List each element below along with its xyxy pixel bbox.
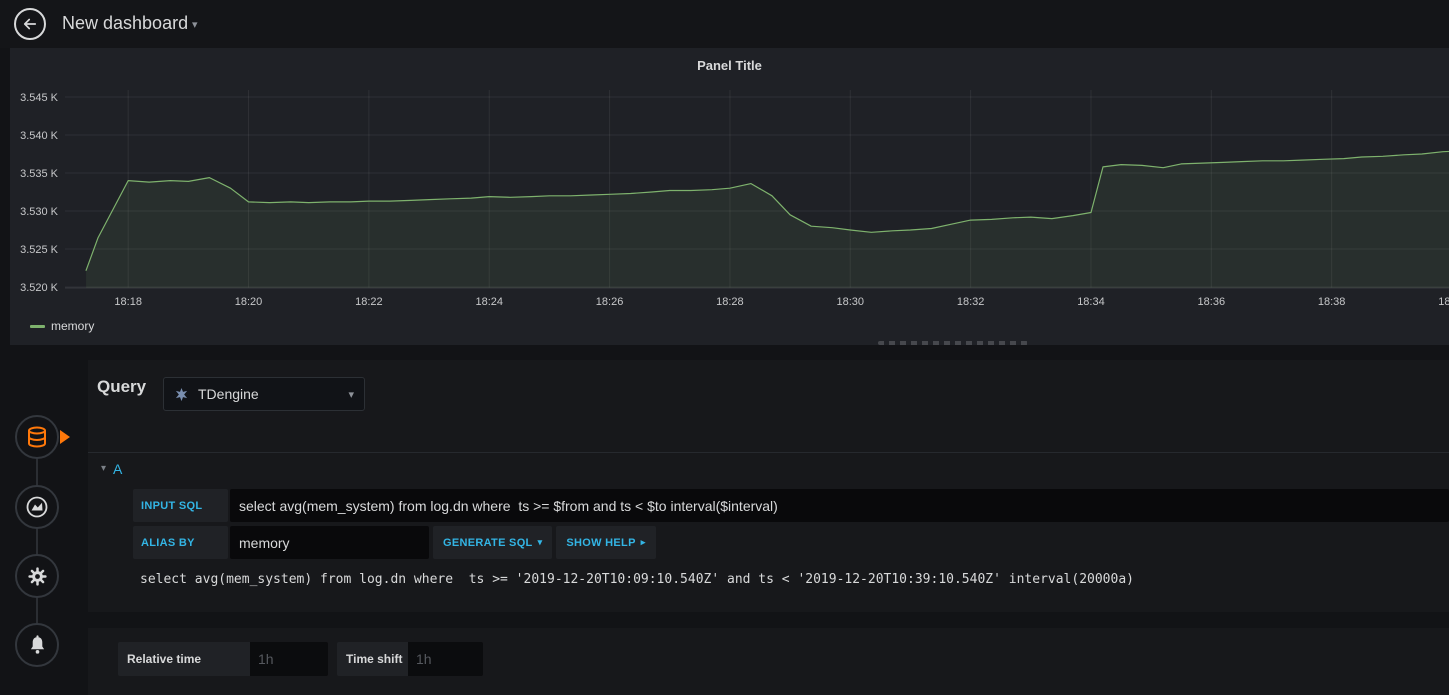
bell-icon <box>30 634 44 654</box>
dashboard-header: New dashboard ▾ <box>0 0 1449 48</box>
svg-text:18:38: 18:38 <box>1318 296 1346 308</box>
tab-connector-line <box>36 437 38 645</box>
query-heading: Query <box>97 377 147 396</box>
input-sql-row: INPUT SQL <box>133 489 1449 522</box>
panel-resize-handle[interactable] <box>878 341 1028 345</box>
tab-alert[interactable] <box>15 623 59 667</box>
time-series-chart: 3.545 K 3.540 K 3.535 K 3.530 K 3.525 K 3.520… <box>20 90 1449 308</box>
generate-sql-button[interactable]: GENERATE SQL ▾ <box>433 526 553 559</box>
svg-text:18:36: 18:36 <box>1198 296 1226 308</box>
chevron-down-icon[interactable]: ▾ <box>192 18 198 31</box>
generate-sql-button-label: GENERATE SQL <box>443 536 533 549</box>
chevron-right-icon: ▸ <box>640 537 646 547</box>
chart-legend: memory <box>30 319 94 333</box>
svg-text:18:26: 18:26 <box>596 296 624 308</box>
tab-visualization[interactable] <box>15 485 59 529</box>
dashboard-title[interactable]: New dashboard <box>62 13 188 34</box>
svg-text:3.530 K: 3.530 K <box>20 206 59 218</box>
database-icon <box>28 426 46 448</box>
datasource-name: TDengine <box>198 386 259 402</box>
svg-text:18:22: 18:22 <box>355 296 383 308</box>
svg-text:18:40: 18:40 <box>1438 296 1449 308</box>
tab-general[interactable] <box>15 554 59 598</box>
svg-text:3.540 K: 3.540 K <box>20 130 59 142</box>
time-options-row: Relative time Time shift <box>118 642 483 676</box>
svg-text:18:30: 18:30 <box>837 296 865 308</box>
svg-text:3.545 K: 3.545 K <box>20 92 59 104</box>
chevron-down-icon: ▾ <box>537 537 543 547</box>
svg-text:18:18: 18:18 <box>114 296 142 308</box>
alias-by-field[interactable] <box>230 526 429 559</box>
active-tab-arrow <box>60 430 70 444</box>
generated-sql-text: select avg(mem_system) from log.dn where… <box>140 572 1134 587</box>
legend-series-memory[interactable]: memory <box>51 319 94 333</box>
svg-text:18:32: 18:32 <box>957 296 985 308</box>
svg-text:18:28: 18:28 <box>716 296 744 308</box>
alias-by-row: ALIAS BY GENERATE SQL ▾ SHOW HELP ▸ <box>133 526 1449 559</box>
query-options: Relative time Time shift <box>88 628 1449 695</box>
graph-panel: Panel Title 3.545 K 3.540 K 3.535 K 3.530 K… <box>10 48 1449 345</box>
chevron-down-icon: ▾ <box>348 388 354 401</box>
time-shift-label: Time shift <box>337 642 408 676</box>
show-help-button[interactable]: SHOW HELP ▸ <box>556 526 656 559</box>
alias-by-label: ALIAS BY <box>133 526 228 559</box>
query-ref-id: A <box>113 460 123 477</box>
time-shift-field[interactable] <box>408 642 483 676</box>
query-editor: Query TDengine ▾ ▾ A INPUT SQL ALIAS BY … <box>88 360 1449 612</box>
svg-text:3.535 K: 3.535 K <box>20 168 59 180</box>
input-sql-label: INPUT SQL <box>133 489 228 522</box>
chevron-down-icon: ▾ <box>101 463 107 474</box>
datasource-picker[interactable]: TDengine ▾ <box>163 377 365 411</box>
svg-text:3.525 K: 3.525 K <box>20 244 59 256</box>
back-arrow-icon <box>23 18 37 30</box>
legend-color-swatch <box>30 324 45 328</box>
svg-text:18:20: 18:20 <box>235 296 263 308</box>
show-help-button-label: SHOW HELP <box>566 536 636 549</box>
tab-queries[interactable] <box>15 415 59 459</box>
query-collapse-row[interactable]: ▾ A <box>88 452 1449 484</box>
input-sql-field[interactable] <box>230 489 1449 522</box>
tdengine-logo-icon <box>175 387 188 401</box>
svg-text:18:24: 18:24 <box>475 296 503 308</box>
relative-time-label: Relative time <box>118 642 250 676</box>
gear-icon <box>27 566 47 586</box>
svg-text:3.520 K: 3.520 K <box>20 282 59 294</box>
back-button[interactable] <box>14 8 46 40</box>
chart-icon <box>26 496 48 518</box>
svg-text:18:34: 18:34 <box>1077 296 1105 308</box>
relative-time-field[interactable] <box>250 642 328 676</box>
